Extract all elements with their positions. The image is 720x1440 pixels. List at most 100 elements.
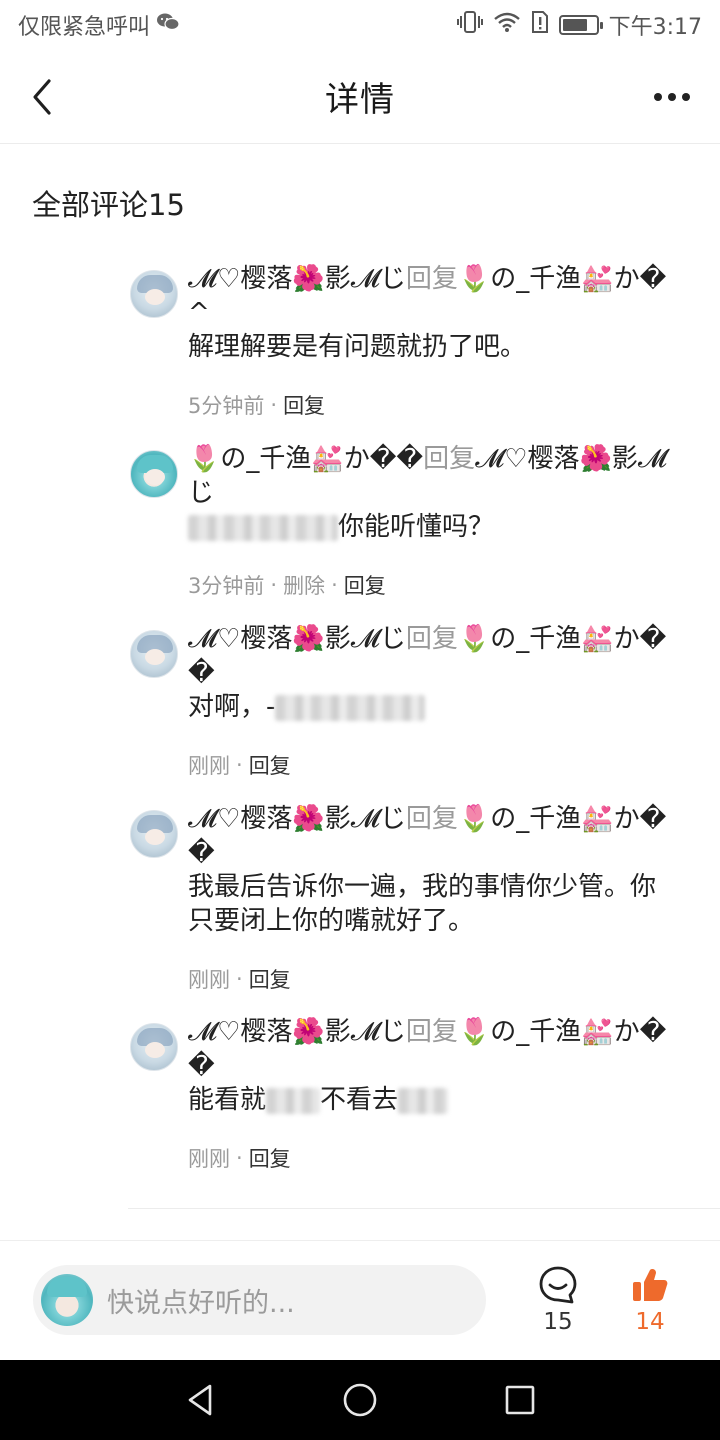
carrier-text: 仅限紧急呼叫 [18,15,151,40]
comment-header: 𝓜♡樱落🌺影𝓜じ回复🌷の_千渔💒か�� [188,1015,688,1083]
comment-time: 刚刚 [188,968,230,992]
comment-header: 🌷の_千渔💒か��回复𝓜♡樱落🌺影𝓜じ [188,442,688,510]
reply-word: 回复 [405,1017,458,1047]
comment-input-placeholder: 快说点好听的... [107,1287,295,1319]
comment-author[interactable]: 🌷の_千渔💒か�� [188,444,423,474]
avatar[interactable] [130,810,178,858]
comment-text-content: 对啊，- [188,692,276,722]
comment-meta: 3分钟前 · 删除 · 回复 [188,570,688,600]
avatar[interactable] [130,630,178,678]
reply-button[interactable]: 回复 [249,964,291,994]
blurred-text [275,694,426,721]
comment-text-content: 不看去 [320,1085,399,1115]
comment-header: 𝓜♡樱落🌺影𝓜じ回复🌷の_千渔💒か�^ [188,262,688,330]
list-divider [128,1208,720,1209]
vibrate-icon [456,10,483,40]
avatar-face [145,829,165,845]
bottom-comment-bar: 快说点好听的... 15 14 [0,1241,720,1360]
blurred-text [266,1087,321,1114]
recents-square-icon [505,1385,535,1415]
comment-meta: 刚刚 · 回复 [188,964,688,994]
more-dot [682,93,690,101]
nav-home-button[interactable] [340,1380,380,1420]
avatar[interactable] [130,1023,178,1071]
comment-author[interactable]: 𝓜♡樱落🌺影𝓜じ [188,1017,406,1047]
comment-author[interactable]: 𝓜♡樱落🌺影𝓜じ [188,804,406,834]
meta-separator: · [270,393,278,417]
comment-meta: 5分钟前 · 回复 [188,390,688,420]
more-dots-icon [654,93,662,101]
battery-level [562,19,587,31]
comment-input[interactable]: 快说点好听的... [33,1265,486,1335]
comment-bubble-icon [539,1266,577,1304]
avatar [41,1274,93,1326]
avatar-face [145,649,165,665]
all-comments-title: 全部评论15 [32,188,185,222]
meta-separator: · [331,573,338,597]
blurred-text [398,1087,449,1114]
battery-icon [558,15,603,35]
meta-separator: · [236,753,243,777]
like-count: 14 [635,1309,665,1335]
comment-text: 能看就 不看去 [188,1083,688,1117]
avatar-face [145,289,165,305]
meta-separator: · [236,1146,243,1170]
clock-text: 下午3:17 [608,15,702,40]
comment-text: 解理解要是有问题就扔了吧。 [188,330,688,364]
reply-button[interactable]: 回复 [344,570,386,600]
back-triangle-icon [188,1384,212,1416]
delete-button[interactable]: 删除 [283,570,325,600]
comment-text: 对啊，- [188,690,688,724]
reply-word: 回复 [423,444,476,474]
comment-text: 你能听懂吗？ [188,510,688,544]
comment-body: 𝓜♡樱落🌺影𝓜じ回复🌷の_千渔💒か�� 我最后告诉你一遍，我的事情你少管。你只要… [188,802,688,994]
meta-separator: · [270,573,278,597]
comment-author[interactable]: 𝓜♡樱落🌺影𝓜じ [188,624,406,654]
more-dot [668,93,676,101]
comment-time: 3分钟前 [188,574,265,598]
page-header: 详情 [0,50,720,144]
like-button[interactable]: 14 [620,1265,680,1345]
meta-separator: · [236,967,243,991]
wechat-icon [156,12,180,38]
avatar-face [145,469,165,485]
reply-word: 回复 [405,264,458,294]
comment-text: 我最后告诉你一遍，我的事情你少管。你只要闭上你的嘴就好了。 [188,870,668,938]
back-button[interactable] [22,72,62,122]
comment-header: 𝓜♡樱落🌺影𝓜じ回复🌷の_千渔💒か�� [188,802,688,870]
nav-back-button[interactable] [180,1380,220,1420]
comment-body: 𝓜♡樱落🌺影𝓜じ回复🌷の_千渔💒か�^ 解理解要是有问题就扔了吧。 5分钟前 · 回… [188,262,688,420]
comment-meta: 刚刚 · 回复 [188,750,688,780]
status-bar: 仅限紧急呼叫 下午3:17 [0,0,720,50]
avatar[interactable] [130,270,178,318]
reply-button[interactable]: 回复 [283,390,325,420]
nav-recents-button[interactable] [500,1380,540,1420]
comment-body: 𝓜♡樱落🌺影𝓜じ回复🌷の_千渔💒か�� 能看就 不看去 刚刚 · 回复 [188,1015,688,1173]
chevron-left-icon [33,79,51,115]
comment-body: 🌷の_千渔💒か��回复𝓜♡樱落🌺影𝓜じ 你能听懂吗？ 3分钟前 · 删除 · 回复 [188,442,688,600]
more-button[interactable] [648,82,696,112]
page-title: 详情 [325,80,395,120]
reply-word: 回复 [405,804,458,834]
blurred-text [188,514,338,541]
status-left: 仅限紧急呼叫 [18,9,180,41]
avatar-face [145,1042,165,1058]
avatar-hair [47,1277,87,1297]
reply-button[interactable]: 回复 [249,1143,291,1173]
comment-body: 𝓜♡樱落🌺影𝓜じ回复🌷の_千渔💒か�� 对啊，- 刚刚 · 回复 [188,622,688,780]
comment-author[interactable]: 𝓜♡樱落🌺影𝓜じ [188,264,406,294]
reply-button[interactable]: 回复 [249,750,291,780]
comment-time: 刚刚 [188,754,230,778]
wifi-icon [493,11,521,39]
comment-count: 15 [543,1309,573,1335]
status-right: 下午3:17 [456,9,702,41]
reply-word: 回复 [405,624,458,654]
comment-count-button[interactable]: 15 [528,1265,588,1345]
comment-meta: 刚刚 · 回复 [188,1143,688,1173]
comment-text-content: 解理解要是有问题就扔了吧。 [188,332,527,362]
system-nav-bar [0,1360,720,1440]
sim-alert-icon [531,10,549,40]
avatar[interactable] [130,450,178,498]
comment-text-content: 我最后告诉你一遍，我的事情你少管。你只要闭上你的嘴就好了。 [188,872,657,936]
comment-time: 刚刚 [188,1147,230,1171]
